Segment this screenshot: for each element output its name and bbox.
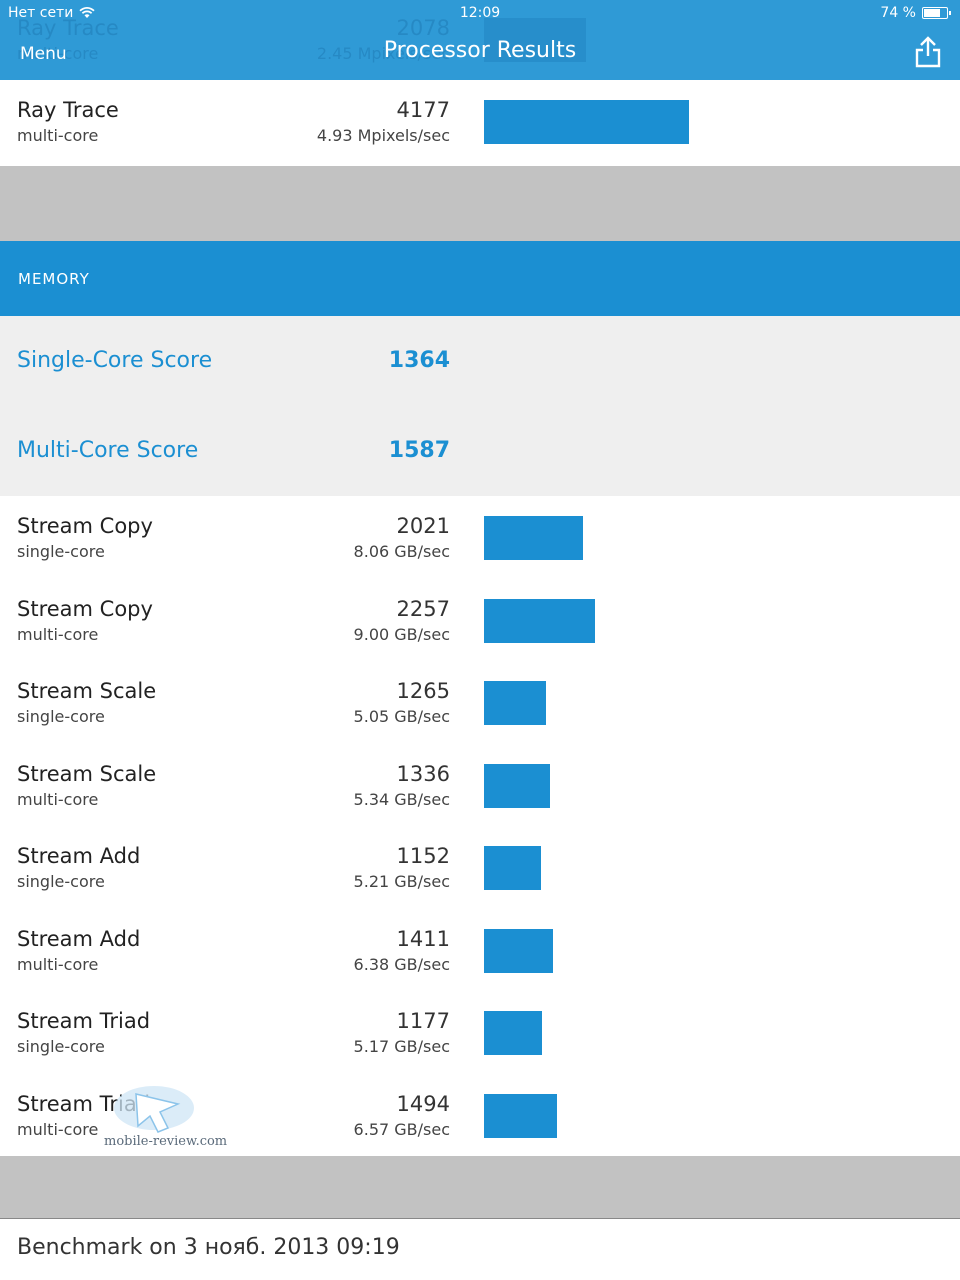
single-core-score-value: 1364	[388, 348, 450, 373]
score-bar	[484, 928, 553, 973]
single-core-score-label: Single-Core Score	[17, 348, 213, 373]
benchmark-date: Benchmark on 3 нояб. 2013 09:19	[17, 1235, 400, 1260]
status-bar: Нет сети 12:09 74 %	[0, 0, 960, 26]
row-subtitle: multi-core	[17, 624, 99, 644]
row-subtitle: single-core	[17, 707, 105, 726]
row-score: 2021	[396, 514, 450, 538]
row-rate: 6.38 GB/sec	[353, 954, 450, 974]
row-title: Stream Triad	[17, 1009, 151, 1033]
battery-percent: 74 %	[880, 5, 916, 21]
row-rate: 5.17 GB/sec	[353, 1037, 450, 1056]
row-subtitle: multi-core	[17, 126, 99, 145]
section-title: MEMORY	[18, 270, 90, 288]
watermark-text: mobile-review.com	[104, 1134, 228, 1149]
score-bar	[484, 516, 583, 560]
section-separator	[0, 166, 960, 241]
row-rate: 6.57 GB/sec	[353, 1119, 450, 1139]
score-bar	[484, 846, 541, 890]
row-title: Ray Trace	[17, 98, 119, 122]
row-subtitle: multi-core	[17, 789, 99, 809]
result-row[interactable]: Stream Triad single-core 1177 5.17 GB/sec	[0, 991, 960, 1073]
row-subtitle: multi-core	[17, 1119, 99, 1139]
row-score: 1336	[396, 761, 450, 786]
score-bar	[484, 681, 546, 725]
result-row[interactable]: Stream Add single-core 1152 5.21 GB/sec	[0, 826, 960, 908]
row-subtitle: single-core	[17, 872, 105, 891]
row-title: Stream Scale	[17, 761, 157, 786]
row-title: Stream Copy	[17, 596, 153, 621]
status-right: 74 %	[880, 5, 951, 21]
row-title: Stream Add	[17, 926, 141, 951]
row-title: Stream Add	[17, 844, 141, 868]
score-bar	[484, 598, 595, 643]
row-score: 1177	[396, 1009, 450, 1033]
row-subtitle: single-core	[17, 1037, 105, 1056]
battery-icon	[922, 7, 951, 19]
row-score: 1494	[396, 1091, 450, 1116]
benchmark-footer: Benchmark on 3 нояб. 2013 09:19	[0, 1218, 960, 1280]
row-rate: 5.34 GB/sec	[353, 789, 450, 809]
score-bar	[484, 1011, 542, 1055]
result-row[interactable]: Stream Scale multi-core 1336 5.34 GB/sec	[0, 743, 960, 826]
row-score: 1411	[396, 926, 450, 951]
row-title: Stream Scale	[17, 679, 157, 703]
memory-summary: Single-Core Score 1364 Multi-Core Score …	[0, 316, 960, 496]
row-score: 2257	[396, 596, 450, 621]
row-rate: 5.21 GB/sec	[353, 872, 450, 891]
section-header-memory: MEMORY	[0, 241, 960, 316]
row-rate: 5.05 GB/sec	[353, 707, 450, 726]
row-rate: 9.00 GB/sec	[353, 624, 450, 644]
navigation-header: Ray Trace multi-core 2078 2.45 Mpixels/s…	[0, 0, 960, 80]
row-title: Stream Copy	[17, 514, 153, 538]
row-subtitle: single-core	[17, 542, 105, 561]
multi-core-score-label: Multi-Core Score	[17, 438, 199, 463]
clock: 12:09	[459, 5, 501, 21]
multi-core-score-value: 1587	[388, 438, 450, 463]
score-bar	[484, 763, 550, 808]
watermark: mobile-review.com	[104, 1082, 227, 1152]
score-bar	[484, 1093, 557, 1138]
score-bar	[484, 100, 689, 144]
battery-fill	[924, 9, 940, 17]
result-row[interactable]: Stream Copy single-core 2021 8.06 GB/sec	[0, 496, 960, 578]
watermark-logo-icon	[114, 1086, 194, 1133]
page-title: Processor Results	[383, 38, 577, 63]
share-icon[interactable]	[914, 36, 942, 68]
row-score: 4177	[396, 98, 450, 122]
row-subtitle: multi-core	[17, 954, 99, 974]
result-row[interactable]: Stream Add multi-core 1411 6.38 GB/sec	[0, 908, 960, 991]
row-score: 1152	[396, 844, 450, 868]
result-row-ray-trace[interactable]: Ray Trace multi-core 4177 4.93 Mpixels/s…	[0, 80, 960, 166]
row-rate: 8.06 GB/sec	[353, 542, 450, 561]
result-row[interactable]: Stream Copy multi-core 2257 9.00 GB/sec	[0, 578, 960, 661]
row-score: 1265	[396, 679, 450, 703]
row-rate: 4.93 Mpixels/sec	[316, 126, 450, 145]
list-bottom-band	[0, 1156, 960, 1218]
result-row[interactable]: Stream Scale single-core 1265 5.05 GB/sec	[0, 661, 960, 743]
